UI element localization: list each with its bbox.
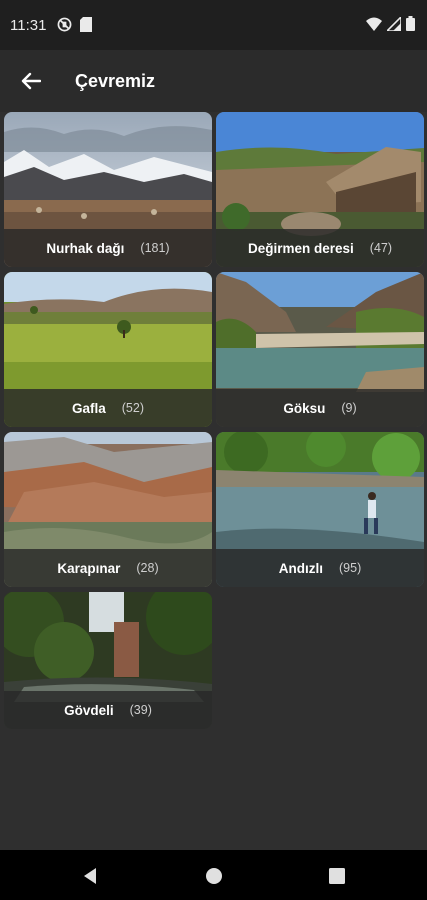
status-bar: 11:31 xyxy=(0,0,427,50)
place-caption: Göksu (9) xyxy=(216,389,424,427)
place-card-andizli[interactable]: Andızlı (95) xyxy=(216,432,424,587)
no-sim-icon xyxy=(57,17,72,37)
place-name: Gafla xyxy=(72,400,106,416)
page-title: Çevremiz xyxy=(75,71,156,91)
place-name: Gövdeli xyxy=(64,702,114,718)
place-card-nurhak[interactable]: Nurhak dağı (181) xyxy=(4,112,212,267)
place-card-karapinar[interactable]: Karapınar (28) xyxy=(4,432,212,587)
place-count: (9) xyxy=(341,401,357,415)
place-caption: Andızlı (95) xyxy=(216,549,424,587)
status-icons-right xyxy=(366,14,415,36)
app-bar: Çevremiz xyxy=(0,50,427,112)
place-card-goksu[interactable]: Göksu (9) xyxy=(216,272,424,427)
place-card-degirmen[interactable]: Değirmen deresi (47) xyxy=(216,112,424,267)
place-caption: Gafla (52) xyxy=(4,389,212,427)
home-circle-icon xyxy=(206,868,222,884)
place-name: Andızlı xyxy=(278,560,323,576)
back-button[interactable] xyxy=(16,64,46,98)
arrow-left-icon xyxy=(21,72,41,90)
nav-back-button[interactable] xyxy=(79,864,103,888)
place-card-govdeli[interactable]: Gövdeli (39) xyxy=(4,592,212,729)
place-count: (52) xyxy=(121,401,144,415)
back-triangle-icon xyxy=(84,868,96,884)
cellular-signal-icon xyxy=(385,14,402,36)
place-card-gafla[interactable]: Gafla (52) xyxy=(4,272,212,427)
status-icons-left xyxy=(57,17,92,37)
place-count: (39) xyxy=(129,703,152,717)
status-time: 11:31 xyxy=(10,17,47,34)
place-name: Göksu xyxy=(283,400,326,416)
place-name: Karapınar xyxy=(57,560,121,576)
nav-home-button[interactable] xyxy=(202,864,226,888)
sd-card-icon xyxy=(80,17,92,37)
wifi-icon xyxy=(366,17,382,36)
place-count: (181) xyxy=(140,241,170,255)
place-count: (47) xyxy=(369,241,393,255)
recents-square-icon xyxy=(329,868,345,884)
nav-recents-button[interactable] xyxy=(325,864,349,888)
system-nav-bar xyxy=(0,850,427,900)
place-count: (28) xyxy=(136,561,159,575)
place-count: (95) xyxy=(339,561,362,575)
place-caption: Gövdeli (39) xyxy=(4,691,212,729)
place-caption: Karapınar (28) xyxy=(4,549,212,587)
place-caption: Nurhak dağı (181) xyxy=(4,229,212,267)
place-name: Nurhak dağı xyxy=(46,240,125,256)
place-caption: Değirmen deresi (47) xyxy=(216,229,424,267)
battery-icon xyxy=(406,16,415,36)
place-name: Değirmen deresi xyxy=(247,240,354,256)
